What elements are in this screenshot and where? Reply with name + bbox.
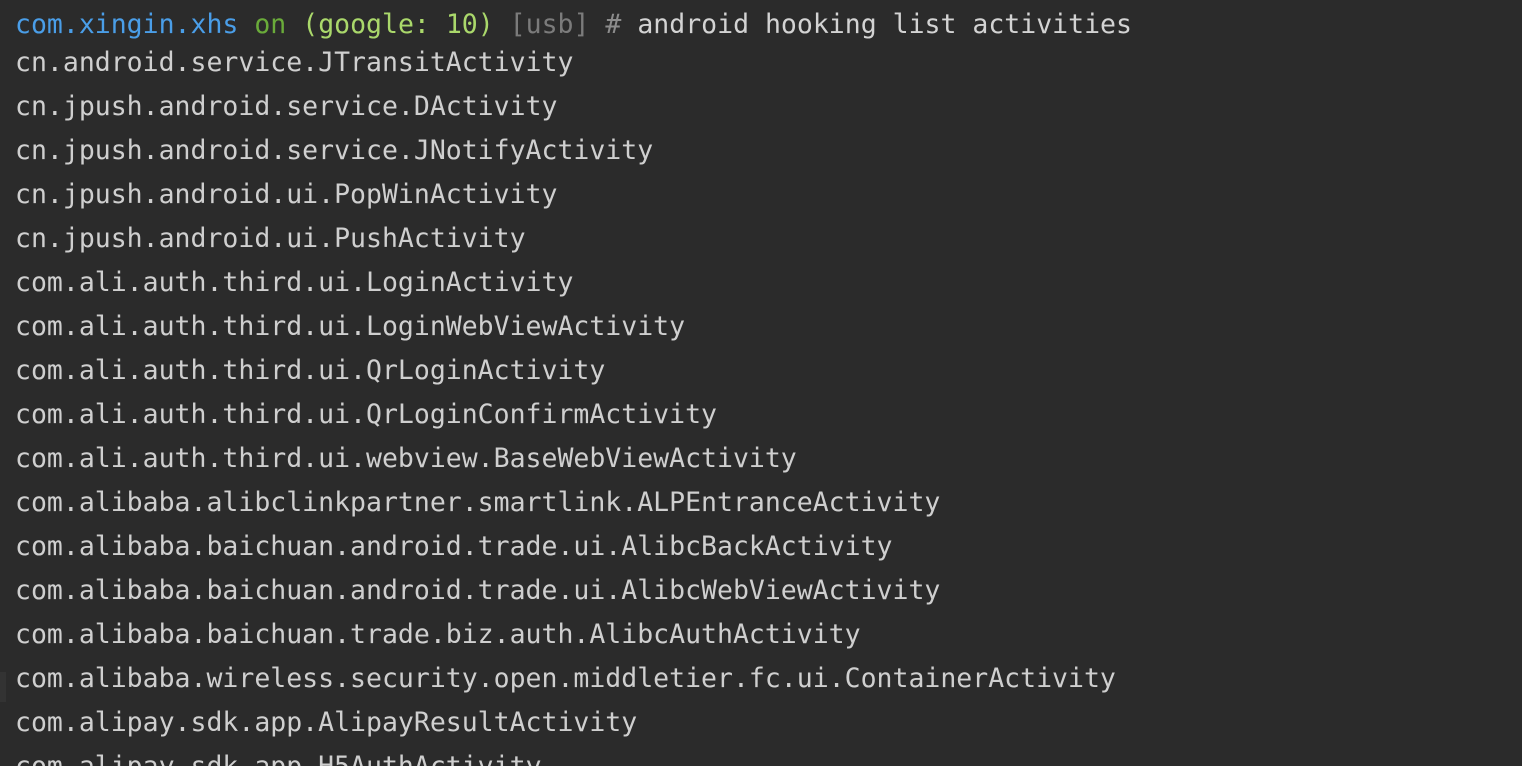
output-line: com.alibaba.wireless.security.open.middl… xyxy=(15,663,1116,694)
output-line: cn.android.service.JTransitActivity xyxy=(15,47,574,78)
terminal-window[interactable]: com.xingin.xhs on (google: 10) [usb] # a… xyxy=(0,0,1522,766)
output-list: cn.android.service.JTransitActivity cn.j… xyxy=(15,45,1522,766)
prompt-device: (google: 10) xyxy=(302,9,494,40)
output-line: com.ali.auth.third.ui.webview.BaseWebVie… xyxy=(15,443,797,474)
gutter-marker xyxy=(0,672,6,702)
prompt-on: on xyxy=(254,9,287,40)
prompt-line: com.xingin.xhs on (google: 10) [usb] # a… xyxy=(15,7,1522,45)
output-line: com.alipay.sdk.app.AlipayResultActivity xyxy=(15,707,638,738)
output-line: cn.jpush.android.service.DActivity xyxy=(15,91,558,122)
command-text: android hooking list activities xyxy=(637,9,1132,40)
output-line: com.ali.auth.third.ui.LoginActivity xyxy=(15,267,574,298)
output-line: cn.jpush.android.ui.PopWinActivity xyxy=(15,179,558,210)
output-line: com.alipay.sdk.app.H5AuthActivity xyxy=(15,749,1522,766)
output-line: com.alibaba.baichuan.trade.biz.auth.Alib… xyxy=(15,619,861,650)
prompt-symbol: # xyxy=(605,9,622,40)
output-line: cn.jpush.android.ui.PushActivity xyxy=(15,223,526,254)
prompt-transport: [usb] xyxy=(509,9,590,40)
prompt-package: com.xingin.xhs xyxy=(15,9,239,40)
output-line: com.alibaba.baichuan.android.trade.ui.Al… xyxy=(15,575,941,606)
output-line: com.alibaba.baichuan.android.trade.ui.Al… xyxy=(15,531,893,562)
output-line: com.ali.auth.third.ui.LoginWebViewActivi… xyxy=(15,311,686,342)
output-line: com.ali.auth.third.ui.QrLoginActivity xyxy=(15,355,606,386)
output-line: com.ali.auth.third.ui.QrLoginConfirmActi… xyxy=(15,399,717,430)
output-line: cn.jpush.android.service.JNotifyActivity xyxy=(15,135,654,166)
output-line: com.alibaba.alibclinkpartner.smartlink.A… xyxy=(15,487,941,518)
